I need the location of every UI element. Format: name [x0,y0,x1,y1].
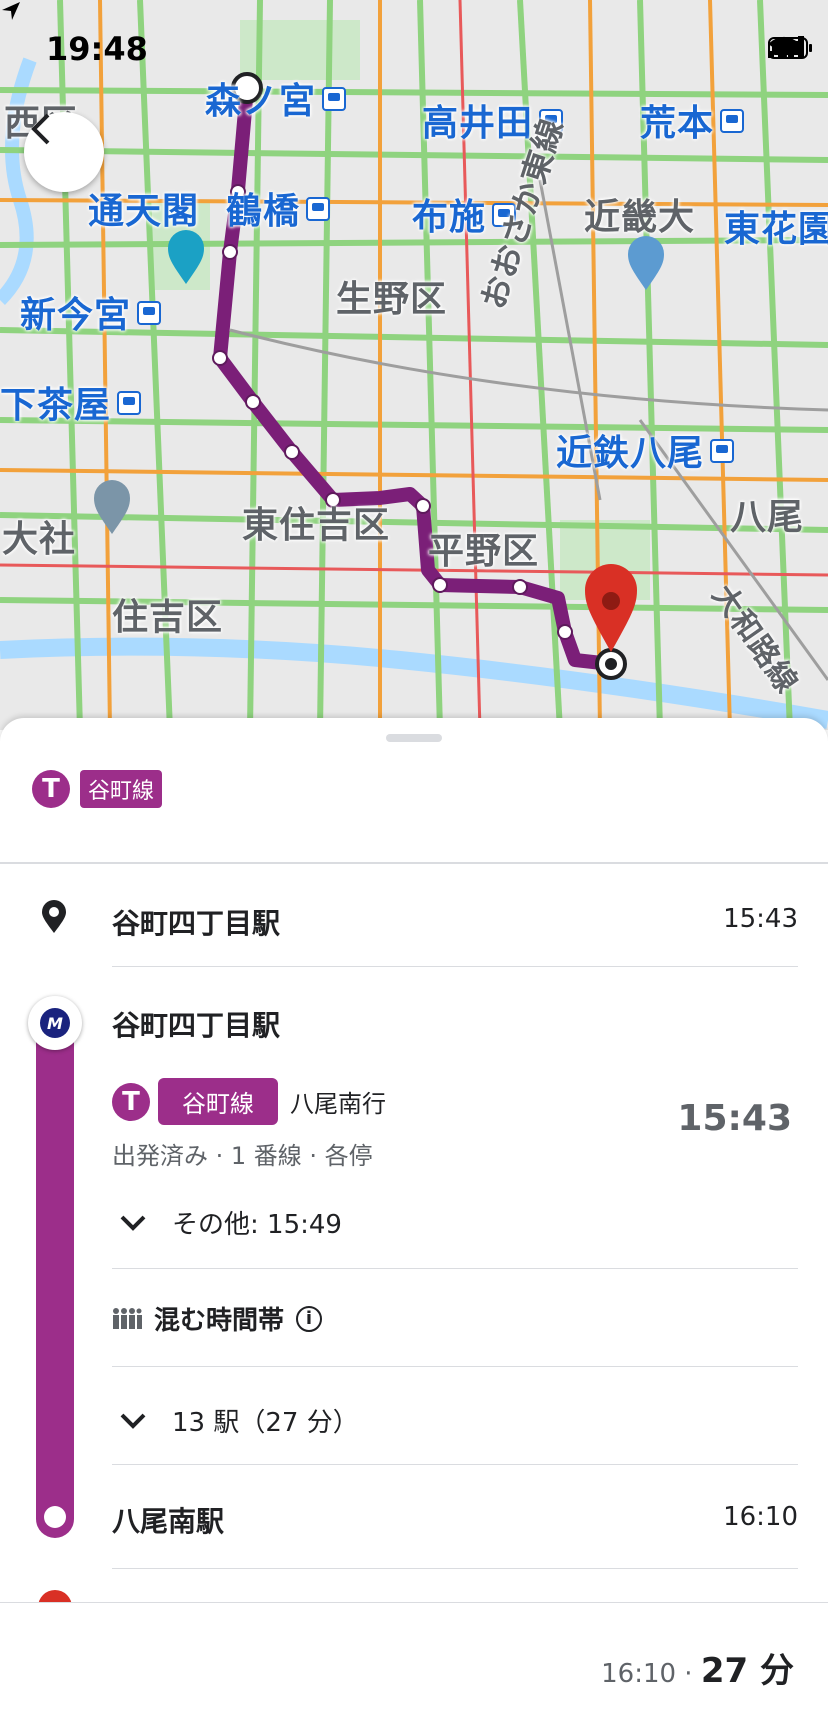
crowd-label: 混む時間帯 [154,1306,285,1336]
route-line [36,1018,74,1538]
back-button[interactable] [24,112,104,192]
arrival-summary: 16:10 · [601,1659,701,1689]
departure-meta: 出発済み · 1 番線 · 各停 [112,1142,373,1170]
line-badge-icon: T [112,1082,150,1121]
metro-logo-icon: M [28,996,82,1050]
other-departures-label: その他: 15:49 [172,1210,342,1240]
status-time: 19:48 [46,30,148,68]
stops-toggle[interactable]: 13 駅（27 分） [120,1402,359,1439]
trip-summary-footer: 16:10 · 27 分 [0,1602,828,1717]
map-label: 平野区 [428,531,540,572]
info-icon[interactable]: i [296,1305,323,1332]
origin-time: 15:43 [723,904,798,934]
map-label: 八尾 [730,497,805,538]
transit-line-info: T 谷町線 八尾南行 [112,1078,386,1125]
divider [112,1268,798,1269]
map-label: 荒本 [640,94,745,146]
map-label: 新今宮 [20,286,162,338]
map-label: 下茶屋 [0,376,142,428]
location-pin-icon [42,900,66,933]
map-label: 近鉄八尾 [556,424,735,476]
divider [112,1568,798,1569]
origin-name: 谷町四丁目駅 [112,907,281,940]
map-label: 生野区 [336,279,448,320]
trip-summary: 16:10 · 27 分 [601,1643,794,1692]
divider [0,862,828,864]
station-icon [117,391,142,415]
location-arrow-icon [2,2,20,20]
battery-icon [768,37,812,59]
station-icon [720,109,745,133]
chevron-left-icon [31,113,50,145]
trip-duration: 27 分 [700,1651,794,1691]
line-chip: 谷町線 [158,1078,278,1125]
divider [112,1464,798,1465]
station-icon [710,439,735,463]
chevron-down-icon [120,1215,146,1231]
other-departures-toggle[interactable]: その他: 15:49 [120,1204,342,1241]
chevron-down-icon [120,1413,146,1429]
arrival-dot [44,1506,66,1528]
map-label: 東花園 [724,209,828,250]
line-badge-icon: T [32,770,70,808]
directions-sheet: T 谷町線 谷町四丁目駅 15:43 M 谷町四丁目駅 T 谷町線 八尾南行 1… [0,718,828,1716]
map-view[interactable]: 森ノ宮 高井田 荒本 西区 通天閣 鶴橋 布施 近畿大 東花園 新今宮 生野区 … [0,0,828,730]
station-icon [137,301,162,325]
map-label: 鶴橋 [226,182,331,234]
crowd-info[interactable]: 混む時間帯 i [112,1300,323,1337]
board-station-name[interactable]: 谷町四丁目駅 [112,1004,280,1044]
map-label: 通天閣 [88,191,200,232]
drag-handle[interactable] [386,734,442,742]
map-label: 住吉区 [112,597,224,638]
divider [112,1366,798,1367]
map-label: 近畿大 [584,197,696,238]
arrival-time: 16:10 [723,1502,798,1532]
station-icon [306,197,331,221]
divider [112,966,798,967]
status-bar: 19:48 [0,0,828,100]
arrival-station-name[interactable]: 八尾南駅 [112,1500,224,1540]
depart-time: 15:43 [677,1098,792,1139]
line-chip: 谷町線 [80,770,163,808]
destination: 八尾南行 [290,1090,386,1118]
line-header: T 谷町線 [32,770,163,808]
map-label: 大社 [2,519,77,560]
stops-label: 13 駅（27 分） [172,1408,359,1438]
crowd-icon [113,1307,142,1329]
map-label: 東住吉区 [242,505,391,546]
